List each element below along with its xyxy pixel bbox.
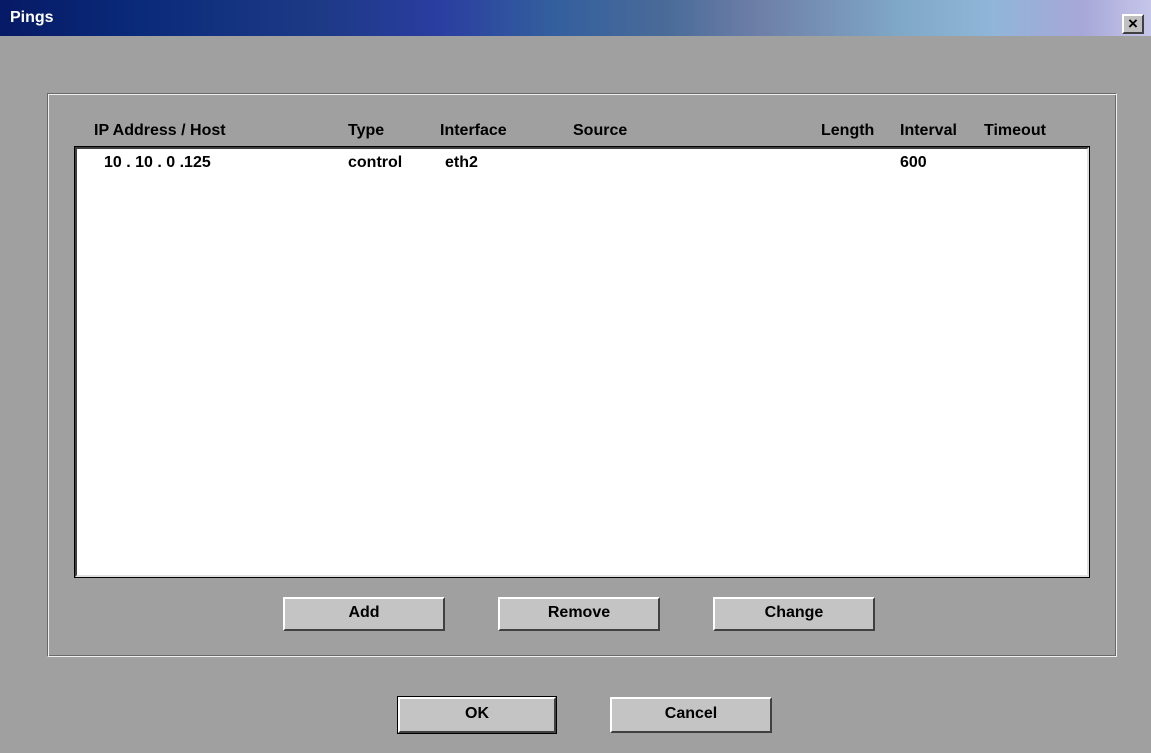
cancel-button[interactable]: Cancel — [610, 697, 772, 733]
column-header-ip-address: IP Address / Host — [94, 122, 226, 139]
pings-list[interactable] — [74, 146, 1090, 578]
row-interval: 600 — [900, 154, 927, 171]
column-header-interface: Interface — [440, 122, 507, 139]
column-header-length: Length — [821, 122, 875, 139]
column-header-interval: Interval — [900, 122, 957, 139]
ok-button[interactable]: OK — [397, 696, 557, 734]
remove-button[interactable]: Remove — [498, 597, 660, 631]
row-type: control — [348, 154, 403, 171]
close-icon: × — [1128, 14, 1138, 33]
row-ip-address: 10 . 10 . 0 .125 — [104, 154, 211, 171]
title-bar[interactable]: Pings × — [0, 0, 1151, 36]
close-button[interactable]: × — [1122, 14, 1144, 34]
column-header-timeout: Timeout — [984, 122, 1046, 139]
column-header-type: Type — [348, 122, 385, 139]
column-header-source: Source — [573, 122, 628, 139]
window-title: Pings — [10, 9, 54, 26]
change-button[interactable]: Change — [713, 597, 875, 631]
add-button[interactable]: Add — [283, 597, 445, 631]
row-interface: eth2 — [445, 154, 478, 171]
